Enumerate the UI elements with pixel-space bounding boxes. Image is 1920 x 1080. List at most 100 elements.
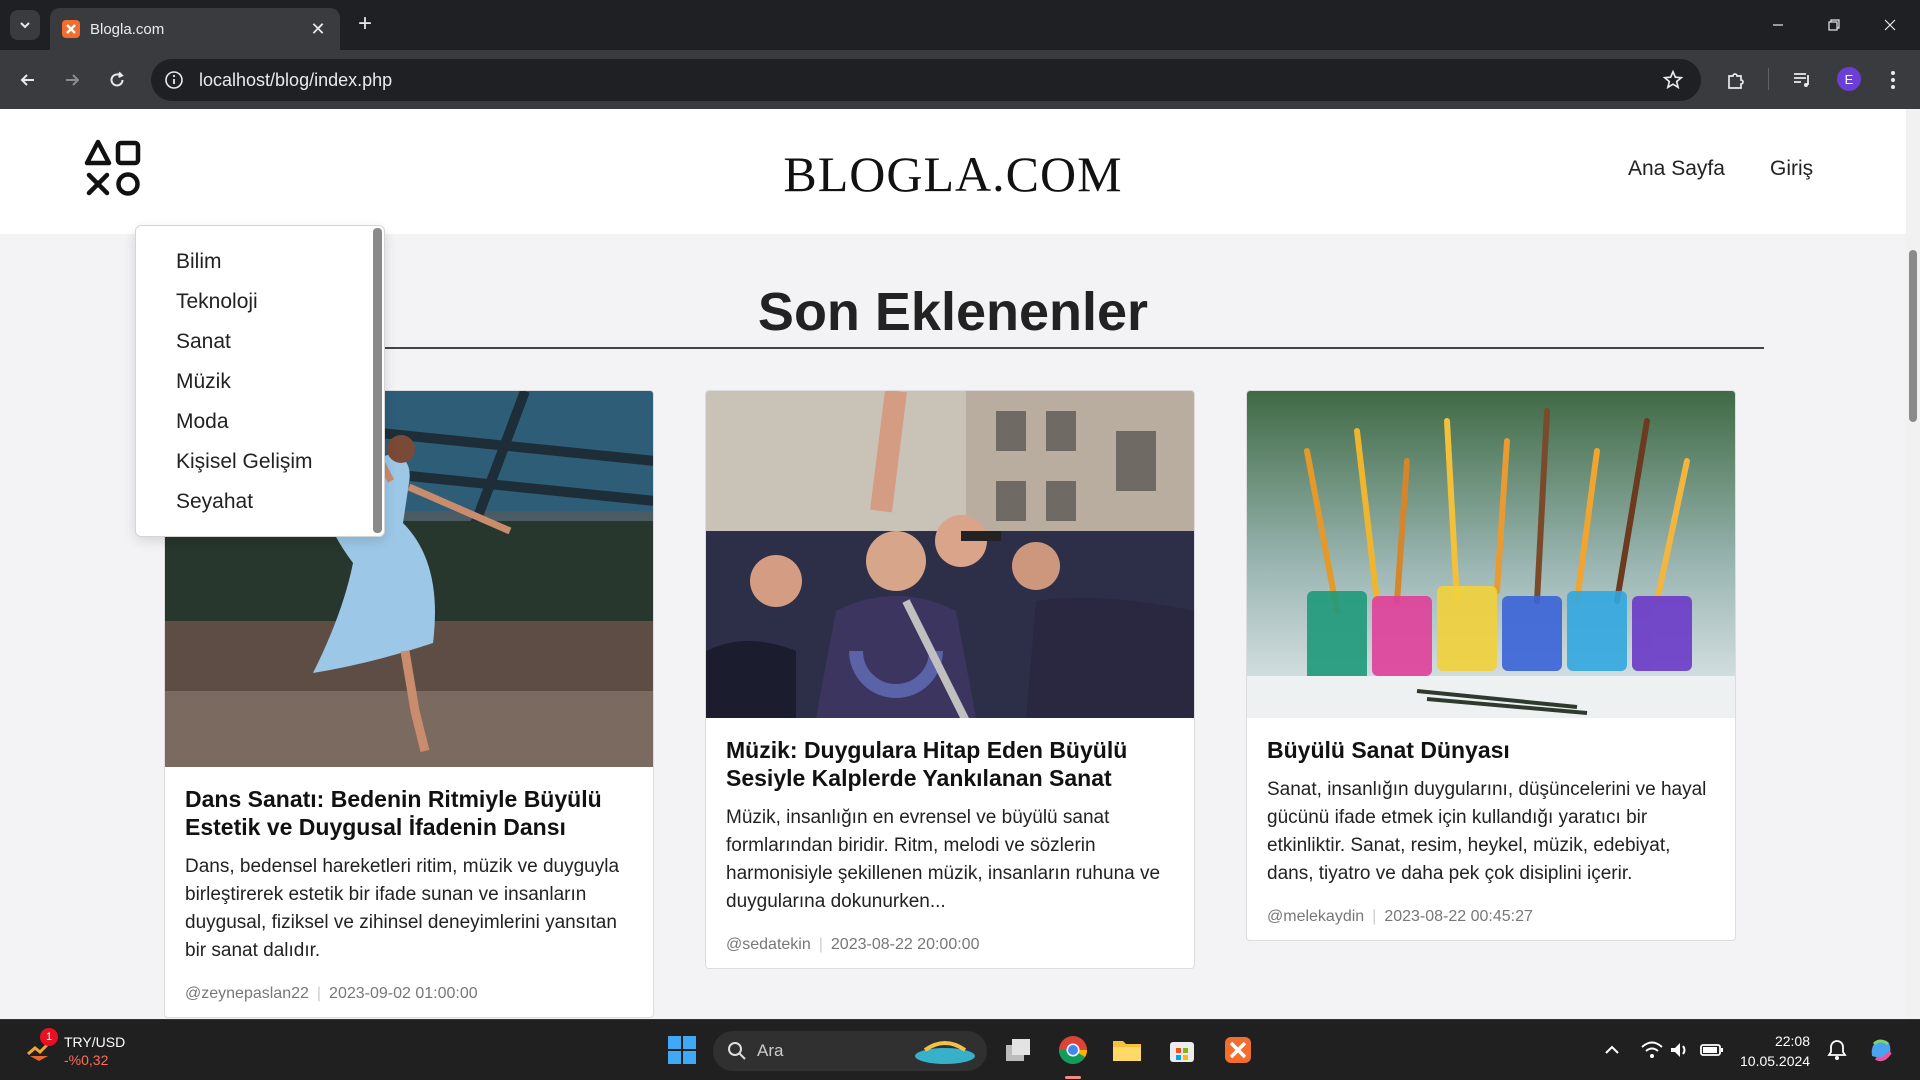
- active-app-indicator: [1065, 1076, 1081, 1079]
- address-bar[interactable]: localhost/blog/index.php: [151, 59, 1701, 101]
- page-scrollbar-thumb[interactable]: [1909, 250, 1917, 422]
- post-excerpt: Sanat, insanlığın duygularını, düşüncele…: [1267, 779, 1707, 884]
- forward-button[interactable]: [56, 64, 88, 96]
- xampp-taskbar-button[interactable]: [1220, 1032, 1256, 1068]
- post-date: 2023-08-22 00:45:27: [1384, 908, 1533, 925]
- widget-title: TRY/USD: [64, 1034, 126, 1050]
- chevron-down-icon: [20, 22, 30, 29]
- wifi-icon[interactable]: [1640, 1038, 1664, 1062]
- post-author[interactable]: @melekaydin: [1267, 908, 1364, 925]
- nav-login-link[interactable]: Giriş: [1770, 157, 1813, 181]
- tab-close-icon[interactable]: ✕: [308, 19, 328, 40]
- chrome-icon: [1059, 1036, 1087, 1064]
- windows-logo-icon: [668, 1036, 696, 1064]
- puzzle-icon: [1728, 73, 1744, 89]
- category-item-sanat[interactable]: Sanat: [176, 330, 231, 354]
- new-tab-button[interactable]: +: [352, 12, 378, 38]
- arrow-right-icon: [66, 74, 80, 86]
- battery-icon[interactable]: [1700, 1038, 1724, 1062]
- post-title[interactable]: Dans Sanatı: Bedenin Ritmiyle Büyülü Est…: [185, 785, 633, 841]
- post-title[interactable]: Büyülü Sanat Dünyası: [1267, 736, 1715, 764]
- minimize-icon: [1773, 24, 1783, 26]
- meta-separator: |: [818, 936, 823, 953]
- reload-button[interactable]: [101, 64, 133, 96]
- xampp-icon: [1225, 1037, 1251, 1063]
- minimize-button[interactable]: [1758, 10, 1798, 40]
- copilot-icon[interactable]: [1866, 1034, 1896, 1064]
- post-card-body: Büyülü Sanat Dünyası Sanat, insanlığın d…: [1247, 718, 1735, 940]
- back-button[interactable]: [12, 64, 44, 96]
- tab-title: Blogla.com: [90, 20, 165, 38]
- search-placeholder: Ara: [757, 1041, 784, 1060]
- search-highlight-icon: [915, 1041, 975, 1064]
- page-scrollbar-track[interactable]: [1906, 109, 1920, 1019]
- reload-icon: [110, 71, 124, 87]
- post-excerpt: Müzik, insanlığın en evrensel ve büyülü …: [726, 807, 1161, 912]
- post-card[interactable]: Büyülü Sanat Dünyası Sanat, insanlığın d…: [1246, 390, 1736, 941]
- post-author[interactable]: @sedatekin: [726, 936, 811, 953]
- meta-separator: |: [1372, 908, 1377, 925]
- widget-value: -%0,32: [64, 1052, 109, 1068]
- start-button[interactable]: [664, 1032, 700, 1068]
- close-icon: [1884, 19, 1896, 31]
- post-image-music[interactable]: [706, 391, 1194, 718]
- browser-tab-active[interactable]: Blogla.com ✕: [50, 8, 340, 50]
- store-button[interactable]: [1164, 1032, 1200, 1068]
- windows-taskbar: 1 TRY/USD -%0,32 Ara 22:08 10.05.2024: [0, 1019, 1920, 1080]
- category-item-seyahat[interactable]: Seyahat: [176, 490, 253, 514]
- dropdown-scrollbar[interactable]: [373, 228, 382, 533]
- browser-toolbar: localhost/blog/index.php: [0, 50, 1920, 109]
- profile-avatar[interactable]: E: [1837, 67, 1861, 91]
- post-image-art[interactable]: [1247, 391, 1735, 718]
- category-dropdown[interactable]: Bilim Teknoloji Sanat Müzik Moda Kişisel…: [135, 225, 385, 537]
- clock-time: 22:08: [1774, 1033, 1810, 1049]
- task-view-button[interactable]: [1000, 1032, 1036, 1068]
- search-icon: [728, 1042, 746, 1060]
- clock-date: 10.05.2024: [1740, 1053, 1811, 1069]
- notification-badge: 1: [40, 1028, 58, 1046]
- restore-button[interactable]: [1814, 10, 1854, 40]
- playlist-icon: [1794, 73, 1809, 87]
- meta-separator: |: [316, 985, 322, 1002]
- category-item-moda[interactable]: Moda: [176, 410, 229, 434]
- site-info-icon[interactable]: [163, 69, 185, 91]
- web-page: BLOGLA.COM Ana Sayfa Giriş Son Eklenenle…: [0, 109, 1906, 1019]
- url-text[interactable]: localhost/blog/index.php: [199, 70, 1659, 91]
- post-meta: @zeynepaslan22 | 2023-09-02 01:00:00: [185, 985, 633, 1017]
- chrome-taskbar-button[interactable]: [1055, 1032, 1091, 1068]
- post-excerpt: Dans, bedensel hareketleri ritim, müzik …: [185, 856, 620, 961]
- category-item-teknoloji[interactable]: Teknoloji: [176, 290, 258, 314]
- system-clock[interactable]: 22:08 10.05.2024: [1740, 1031, 1810, 1071]
- toolbar-separator: [1768, 68, 1769, 90]
- post-title[interactable]: Müzik: Duygulara Hitap Eden Büyülü Sesiy…: [726, 736, 1174, 792]
- post-meta: @sedatekin | 2023-08-22 20:00:00: [726, 936, 1174, 968]
- bookmark-star-icon[interactable]: [1659, 66, 1687, 94]
- nav-home-link[interactable]: Ana Sayfa: [1628, 157, 1725, 181]
- xampp-favicon-icon: [62, 20, 80, 38]
- media-control-button[interactable]: [1786, 64, 1818, 96]
- close-window-button[interactable]: [1870, 10, 1910, 40]
- restore-icon: [1828, 19, 1840, 31]
- task-view-icon: [1006, 1039, 1030, 1061]
- browser-tab-strip: Blogla.com ✕ +: [0, 0, 1920, 50]
- post-date: 2023-08-22 20:00:00: [830, 936, 980, 953]
- category-item-bilim[interactable]: Bilim: [176, 250, 222, 274]
- volume-icon[interactable]: [1668, 1038, 1692, 1062]
- store-icon: [1170, 1042, 1194, 1062]
- weather-finance-widget[interactable]: 1 TRY/USD -%0,32: [22, 1028, 142, 1072]
- tab-search-button[interactable]: [10, 10, 40, 40]
- category-item-kisisel-gelisim[interactable]: Kişisel Gelişim: [176, 450, 313, 474]
- site-brand[interactable]: BLOGLA.COM: [0, 145, 1906, 203]
- arrow-left-icon: [20, 74, 34, 86]
- notifications-icon[interactable]: [1825, 1038, 1849, 1062]
- post-author[interactable]: @zeynepaslan22: [185, 985, 309, 1002]
- extensions-button[interactable]: [1720, 64, 1752, 96]
- taskbar-search[interactable]: Ara: [713, 1031, 987, 1071]
- post-date: 2023-09-02 01:00:00: [329, 985, 478, 1002]
- category-item-muzik[interactable]: Müzik: [176, 370, 231, 394]
- file-explorer-button[interactable]: [1109, 1032, 1145, 1068]
- post-card[interactable]: Müzik: Duygulara Hitap Eden Büyülü Sesiy…: [705, 390, 1195, 969]
- browser-menu-button[interactable]: [1877, 64, 1909, 96]
- tray-overflow-icon[interactable]: [1600, 1038, 1624, 1062]
- title-divider: [350, 347, 1764, 349]
